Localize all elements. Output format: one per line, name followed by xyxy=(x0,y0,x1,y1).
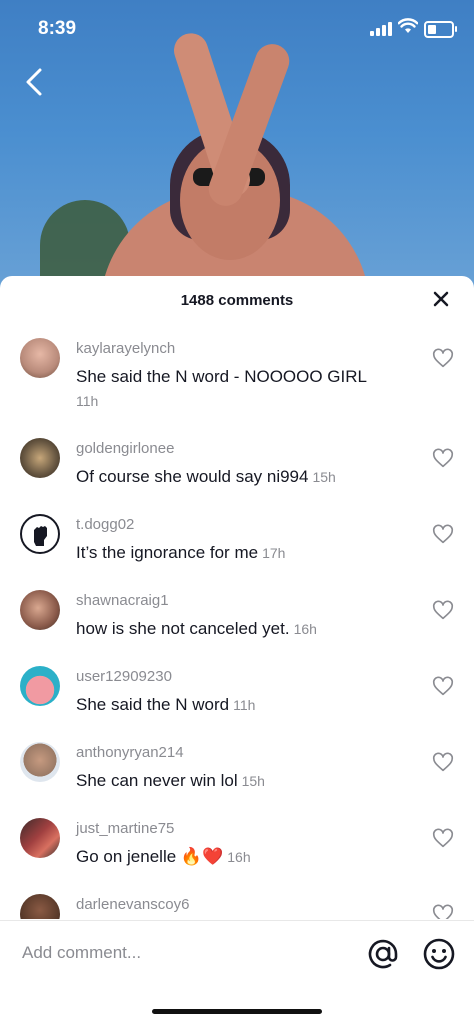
comment-input-bar: Add comment... xyxy=(0,920,474,1026)
comment-time: 11h xyxy=(233,697,256,713)
avatar[interactable] xyxy=(20,338,60,378)
comment-time: 16h xyxy=(227,849,251,865)
wifi-icon xyxy=(397,18,419,39)
close-icon xyxy=(433,291,449,307)
like-button[interactable] xyxy=(432,448,454,470)
avatar[interactable] xyxy=(20,590,60,630)
heart-icon xyxy=(432,676,454,696)
avatar[interactable] xyxy=(20,742,60,782)
comment-text: She said the N word - NOOOOO GIRL xyxy=(76,367,367,386)
comment-body: She can never win lol xyxy=(76,771,238,790)
heart-icon xyxy=(432,904,454,919)
like-button[interactable] xyxy=(432,348,454,370)
comment-text: how is she not canceled yet. 16h xyxy=(76,619,317,639)
avatar[interactable] xyxy=(20,894,60,919)
comment-username[interactable]: anthonyryan214 xyxy=(76,744,184,761)
heart-icon xyxy=(432,828,454,848)
comment-time: 15h xyxy=(312,469,336,485)
comment-list[interactable]: kaylarayelynch She said the N word - NOO… xyxy=(0,328,474,919)
status-time: 8:39 xyxy=(38,18,77,39)
emoji-icon xyxy=(423,938,455,970)
comment-text: She can never win lol 15h xyxy=(76,771,265,791)
comment-body: It’s the ignorance for me xyxy=(76,543,259,562)
like-button[interactable] xyxy=(432,524,454,546)
comment-body: Go on jenelle 🔥❤️ xyxy=(76,847,224,866)
avatar[interactable] xyxy=(20,438,60,478)
heart-icon xyxy=(432,752,454,772)
comment-body: Of course she would say ni994 xyxy=(76,467,309,486)
heart-icon xyxy=(432,524,454,544)
comment-time: 15h xyxy=(241,773,265,789)
avatar[interactable] xyxy=(20,666,60,706)
comment-username[interactable]: just_martine75 xyxy=(76,820,174,837)
comment-body: She said the N word xyxy=(76,695,230,714)
comment-time: 11h xyxy=(76,393,99,409)
avatar[interactable] xyxy=(20,818,60,858)
home-indicator xyxy=(152,1009,322,1014)
comment-username[interactable]: user12909230 xyxy=(76,668,172,685)
back-button[interactable] xyxy=(18,64,54,100)
status-bar: 8:39 xyxy=(0,0,474,58)
like-button[interactable] xyxy=(432,904,454,919)
add-comment-input[interactable]: Add comment... xyxy=(22,943,141,963)
comment-count: 1488 comments xyxy=(180,292,294,309)
close-button[interactable] xyxy=(430,288,452,316)
battery-icon xyxy=(424,21,457,38)
like-button[interactable] xyxy=(432,600,454,622)
emoji-button[interactable] xyxy=(422,937,456,971)
comment-time: 16h xyxy=(293,621,317,637)
comment-item: just_martine75 Go on jenelle 🔥❤️ 16h xyxy=(0,808,474,884)
comment-text: Of course she would say ni994 15h xyxy=(76,467,336,487)
comment-item: darlenevanscoy6 xyxy=(0,884,474,919)
comment-body: how is she not canceled yet. xyxy=(76,619,290,638)
mention-button[interactable] xyxy=(366,937,400,971)
comments-sheet: 1488 comments kaylarayelynch She said th… xyxy=(0,276,474,1025)
comment-username[interactable]: kaylarayelynch xyxy=(76,340,175,357)
avatar[interactable] xyxy=(20,514,60,554)
like-button[interactable] xyxy=(432,752,454,774)
comment-username[interactable]: shawnacraig1 xyxy=(76,592,169,609)
like-button[interactable] xyxy=(432,676,454,698)
comment-username[interactable]: darlenevanscoy6 xyxy=(76,896,189,913)
comment-text: She said the N word 11h xyxy=(76,695,255,715)
like-button[interactable] xyxy=(432,828,454,850)
comment-item: t.dogg02 It’s the ignorance for me 17h xyxy=(0,504,474,580)
comment-item: kaylarayelynch She said the N word - NOO… xyxy=(0,328,474,428)
comment-text: Go on jenelle 🔥❤️ 16h xyxy=(76,847,251,867)
at-sign-icon xyxy=(368,939,398,969)
comment-item: goldengirlonee Of course she would say n… xyxy=(0,428,474,504)
comment-username[interactable]: t.dogg02 xyxy=(76,516,134,533)
comment-username[interactable]: goldengirlonee xyxy=(76,440,174,457)
raised-fist-icon xyxy=(34,526,47,546)
heart-icon xyxy=(432,600,454,620)
cellular-signal-icon xyxy=(370,22,392,36)
heart-icon xyxy=(432,448,454,468)
comment-item: anthonyryan214 She can never win lol 15h xyxy=(0,732,474,808)
comment-item: user12909230 She said the N word 11h xyxy=(0,656,474,732)
comments-header: 1488 comments xyxy=(0,276,474,328)
comment-time: 17h xyxy=(262,545,286,561)
comment-text: It’s the ignorance for me 17h xyxy=(76,543,285,563)
comment-item: shawnacraig1 how is she not canceled yet… xyxy=(0,580,474,656)
heart-icon xyxy=(432,348,454,368)
chevron-left-icon xyxy=(26,68,42,96)
